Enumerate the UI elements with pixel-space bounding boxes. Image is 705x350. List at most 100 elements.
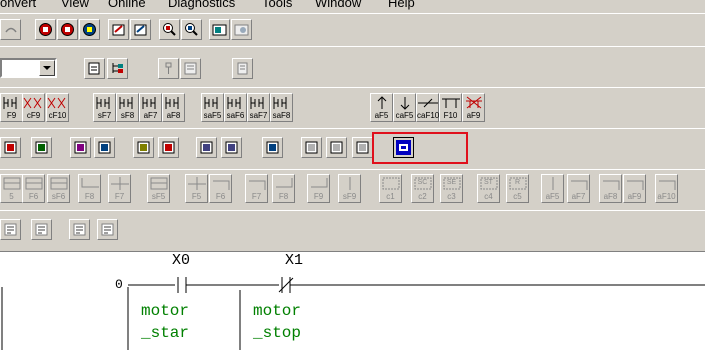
label-mode-button[interactable] xyxy=(97,219,118,240)
ladder-symbol-key-9[interactable]: saF7 xyxy=(247,93,270,122)
ladder-symbol-key-15[interactable]: aF9 xyxy=(462,93,485,122)
write-mode-button[interactable] xyxy=(158,137,179,158)
ladder-symbol-icon xyxy=(47,95,68,110)
open-instruction-3-button[interactable] xyxy=(352,137,373,158)
sfc-symbol-key-0[interactable]: 5 xyxy=(0,174,23,203)
ladder-symbol-icon xyxy=(394,95,415,110)
function-key-label: F9 xyxy=(313,192,324,201)
step-search-button[interactable] xyxy=(79,19,100,40)
menu-view[interactable]: View xyxy=(61,0,89,10)
undo-button[interactable] xyxy=(0,19,21,40)
comment-view-button[interactable] xyxy=(180,58,201,79)
ladder-symbol-key-1[interactable]: cF9 xyxy=(22,93,45,122)
sfc-symbol-key-17[interactable]: aF5 xyxy=(541,174,564,203)
replace-instruction-button[interactable] xyxy=(130,19,151,40)
ladder-symbol-key-7[interactable]: saF5 xyxy=(201,93,224,122)
menu-tools[interactable]: Tools xyxy=(262,0,292,10)
plc-write-button[interactable] xyxy=(231,19,252,40)
sfc-symbol-key-6[interactable]: F5 xyxy=(185,174,208,203)
program-list-combo[interactable] xyxy=(0,58,57,78)
monitor-start-button[interactable] xyxy=(94,137,115,158)
ladder-symbol-key-5[interactable]: aF7 xyxy=(139,93,162,122)
sfc-symbol-key-19[interactable]: aF8 xyxy=(599,174,622,203)
ladder-symbol-key-13[interactable]: caF10 xyxy=(416,93,439,122)
sfc-symbol-icon xyxy=(308,176,329,191)
function-key-label: sF7 xyxy=(97,111,112,120)
sfc-symbol-icon xyxy=(148,176,169,191)
sfc-symbol-key-1[interactable]: F6 xyxy=(22,174,45,203)
ladder-symbol-key-8[interactable]: saF6 xyxy=(224,93,247,122)
sfc-symbol-key-14[interactable]: SE c3 xyxy=(440,174,463,203)
chevron-down-icon[interactable] xyxy=(39,60,55,76)
sfc-symbol-key-7[interactable]: F6 xyxy=(209,174,232,203)
monitor-write-mode-button[interactable] xyxy=(221,137,242,158)
sfc-symbol-key-11[interactable]: sF9 xyxy=(338,174,361,203)
program-view-button[interactable] xyxy=(84,58,105,79)
monitor-view-button[interactable] xyxy=(232,58,253,79)
sfc-symbol-icon xyxy=(79,176,100,191)
sfc-symbol-key-15[interactable]: ST c4 xyxy=(477,174,500,203)
ladder-symbol-icon xyxy=(440,95,461,110)
ladder-symbol-key-3[interactable]: sF7 xyxy=(93,93,116,122)
ladder-symbol-key-2[interactable]: cF10 xyxy=(46,93,69,122)
ladder-symbol-key-10[interactable]: saF8 xyxy=(270,93,293,122)
sfc-symbol-key-13[interactable]: SC c2 xyxy=(411,174,434,203)
sfc-symbol-key-9[interactable]: F8 xyxy=(272,174,295,203)
sfc-symbol-key-21[interactable]: aF10 xyxy=(655,174,678,203)
menu-convert[interactable]: onvert xyxy=(0,0,36,10)
ladder-symbol-icon xyxy=(94,95,115,110)
step-number: 0 xyxy=(115,277,123,292)
plc-read-button[interactable] xyxy=(209,19,230,40)
convert-button[interactable] xyxy=(31,137,52,158)
ladder-symbol-icon xyxy=(225,95,246,110)
menu-window[interactable]: Window xyxy=(315,0,361,10)
device-comment-button[interactable] xyxy=(70,137,91,158)
ladder-editor[interactable]: 0 X0 X1 motor _star motor _stop xyxy=(0,251,705,350)
replace-device-button[interactable] xyxy=(108,19,129,40)
sfc-symbol-key-4[interactable]: F7 xyxy=(108,174,131,203)
ladder-symbol-key-4[interactable]: sF8 xyxy=(116,93,139,122)
sfc-symbol-key-16[interactable]: Rc5 xyxy=(506,174,529,203)
sfc-symbol-key-20[interactable]: aF9 xyxy=(623,174,646,203)
menu-diagnostics[interactable]: Diagnostics xyxy=(168,0,235,10)
read-mode-button[interactable] xyxy=(133,137,154,158)
function-key-label: sF9 xyxy=(342,192,357,201)
function-key-label: aF9 xyxy=(627,192,642,201)
sfc-mode-button[interactable] xyxy=(69,219,90,240)
ladder-symbol-key-14[interactable]: F10 xyxy=(439,93,462,122)
sfc-symbol-key-8[interactable]: F7 xyxy=(245,174,268,203)
edit-rung-button[interactable] xyxy=(0,137,21,158)
instruction-search-button[interactable] xyxy=(57,19,78,40)
sfc-symbol-icon: SC xyxy=(412,176,433,191)
list-used-devices-button[interactable] xyxy=(181,19,202,40)
ladder-symbol-icon xyxy=(463,95,484,110)
menu-online[interactable]: Online xyxy=(108,0,146,10)
sfc-symbol-key-12[interactable]: c1 xyxy=(379,174,402,203)
contact-x1-device: X1 xyxy=(285,252,304,269)
open-instruction-1-button[interactable] xyxy=(301,137,322,158)
sfc-symbol-key-2[interactable]: sF6 xyxy=(47,174,70,203)
ladder-symbol-key-0[interactable]: F9 xyxy=(0,93,23,122)
sfc-symbol-key-10[interactable]: F9 xyxy=(307,174,330,203)
sfc-symbol-key-18[interactable]: aF7 xyxy=(567,174,590,203)
cross-reference-button[interactable] xyxy=(159,19,180,40)
monitor-mode-button[interactable] xyxy=(196,137,217,158)
ladder-symbol-key-11[interactable]: aF5 xyxy=(370,93,393,122)
ladder-symbol-key-12[interactable]: caF5 xyxy=(393,93,416,122)
instruction-list-mode-button[interactable] xyxy=(31,219,52,240)
sfc-symbol-icon xyxy=(48,176,69,191)
contact-x0-comment-line2: _star xyxy=(141,324,190,342)
ladder-symbol-key-6[interactable]: aF8 xyxy=(162,93,185,122)
sfc-view-button[interactable] xyxy=(158,58,179,79)
sfc-symbol-key-5[interactable]: sF5 xyxy=(147,174,170,203)
device-search-button[interactable] xyxy=(35,19,56,40)
open-instruction-2-button[interactable] xyxy=(326,137,347,158)
ladder-mode-button[interactable] xyxy=(0,219,21,240)
menu-help[interactable]: Help xyxy=(388,0,415,10)
sfc-symbol-icon xyxy=(1,176,22,191)
function-key-label: F6 xyxy=(28,192,39,201)
sfc-symbol-key-3[interactable]: F8 xyxy=(78,174,101,203)
project-tree-button[interactable] xyxy=(107,58,128,79)
contact-x1-comment-line2: _stop xyxy=(253,324,302,342)
ladder-monitor-button[interactable] xyxy=(262,137,283,158)
